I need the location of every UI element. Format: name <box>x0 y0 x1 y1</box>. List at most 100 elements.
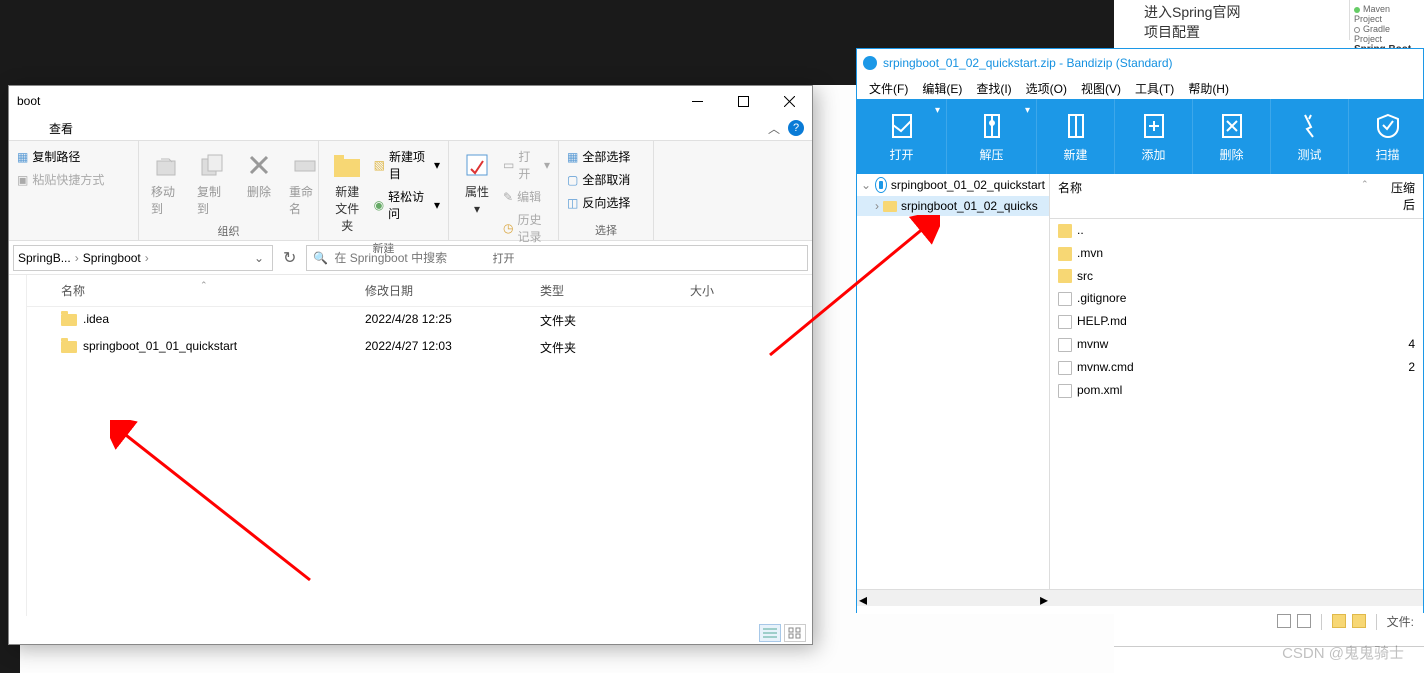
copy-icon <box>197 149 229 181</box>
scroll-right-icon[interactable]: ▸ <box>1040 590 1048 606</box>
list-item[interactable]: .gitignore <box>1050 287 1423 310</box>
edit-icon: ✎ <box>503 190 513 204</box>
bg-text-2: 项目配置 <box>1144 22 1240 42</box>
explorer-window: boot 查看 ︿ ? ▦复制路径 ▣粘贴快捷方式 移动到 复制到 删除 重命名… <box>8 85 813 645</box>
tree-child[interactable]: ›srpingboot_01_02_quicks <box>857 196 1049 216</box>
watermark: CSDN @鬼鬼骑士 <box>1282 642 1404 663</box>
scan-icon <box>1372 110 1404 142</box>
table-row[interactable]: .idea2022/4/28 12:25文件夹 <box>27 307 812 334</box>
easy-access-button[interactable]: ◉轻松访问 ▾ <box>374 185 440 225</box>
history-icon: ◷ <box>503 221 513 235</box>
expand-icon[interactable]: › <box>875 199 879 213</box>
table-row[interactable]: springboot_01_01_quickstart2022/4/27 12:… <box>27 334 812 361</box>
expand-icon[interactable]: ⌄ <box>861 178 871 192</box>
zip-icon <box>875 177 887 193</box>
icons-view-button[interactable] <box>784 624 806 642</box>
select-none-button[interactable]: ▢全部取消 <box>567 168 630 191</box>
file-icon <box>1058 384 1072 398</box>
group-select-label: 选择 <box>567 220 645 238</box>
tb-new-button[interactable]: 新建 <box>1037 99 1115 174</box>
chevron-down-icon[interactable]: ▾ <box>935 105 940 116</box>
explorer-view-toggle <box>759 624 806 642</box>
properties-button[interactable]: 属性 ▾ <box>457 145 497 220</box>
search-placeholder: 在 Springboot 中搜索 <box>334 249 447 266</box>
test-icon <box>1294 110 1326 142</box>
open-button[interactable]: ▭打开 ▾ <box>503 145 550 185</box>
ribbon-collapse-icon[interactable]: ︿ <box>760 116 788 141</box>
tab-view[interactable]: 查看 <box>37 116 85 141</box>
scroll-left-icon[interactable]: ◂ <box>859 590 867 606</box>
select-all-button[interactable]: ▦全部选择 <box>567 145 630 168</box>
bg-mini-toolbar: 文件: <box>1277 612 1414 630</box>
list-item[interactable]: pom.xml <box>1050 379 1423 402</box>
easy-access-icon: ◉ <box>374 198 384 212</box>
properties-icon <box>461 149 493 181</box>
list-item[interactable]: .mvn <box>1050 242 1423 265</box>
bandizip-tree[interactable]: ⌄srpingboot_01_02_quickstart ›srpingboot… <box>857 174 1050 589</box>
crumb-1[interactable]: SpringB... <box>18 251 71 265</box>
crumb-dropdown-icon[interactable]: ⌄ <box>250 251 268 265</box>
tb-open-button[interactable]: ▾打开 <box>857 99 947 174</box>
list-item[interactable]: mvnw4 <box>1050 333 1423 356</box>
list-item[interactable]: src <box>1050 265 1423 288</box>
menu-options[interactable]: 选项(O) <box>1020 78 1073 99</box>
list-item[interactable]: HELP.md <box>1050 310 1423 333</box>
menu-help[interactable]: 帮助(H) <box>1182 78 1235 99</box>
rename-icon <box>289 149 321 181</box>
breadcrumb[interactable]: SpringB...› Springboot› ⌄ <box>13 245 273 271</box>
file-icon <box>1058 338 1072 352</box>
bandizip-column-headers[interactable]: 名称 ⌃ 压缩后 <box>1050 174 1423 219</box>
copy-path-button[interactable]: ▦复制路径 <box>17 145 104 168</box>
tb-delete-button[interactable]: 删除 <box>1193 99 1271 174</box>
refresh-icon[interactable]: ↻ <box>279 248 300 268</box>
crumb-2[interactable]: Springboot <box>83 251 141 265</box>
edit-button: ✎编辑 <box>503 185 550 208</box>
invert-selection-button[interactable]: ◫反向选择 <box>567 191 630 214</box>
shortcut-icon: ▣ <box>17 173 28 187</box>
tb-extract-button[interactable]: ▾解压 <box>947 99 1037 174</box>
chevron-down-icon[interactable]: ▾ <box>1025 105 1030 116</box>
copy-to-button: 复制到 <box>193 145 233 221</box>
menu-view[interactable]: 视图(V) <box>1075 78 1127 99</box>
group-organize-label: 组织 <box>147 221 310 239</box>
bandizip-toolbar: ▾打开 ▾解压 新建 添加 删除 测试 扫描 <box>857 99 1423 174</box>
delete-button: 删除 <box>239 145 279 204</box>
bandizip-menubar: 文件(F) 编辑(E) 查找(I) 选项(O) 视图(V) 工具(T) 帮助(H… <box>857 77 1423 99</box>
maximize-button[interactable] <box>720 86 766 116</box>
list-item[interactable]: mvnw.cmd2 <box>1050 356 1423 379</box>
paste-shortcut-button: ▣粘贴快捷方式 <box>17 168 104 191</box>
column-headers[interactable]: 名称⌃ 修改日期 类型 大小 <box>27 275 812 307</box>
tree-root[interactable]: ⌄srpingboot_01_02_quickstart <box>857 174 1049 196</box>
help-icon[interactable]: ? <box>788 120 804 136</box>
file-icon <box>1058 292 1072 306</box>
list-item[interactable]: .. <box>1050 219 1423 242</box>
explorer-ribbon-tabs: 查看 ︿ ? <box>9 116 812 141</box>
explorer-titlebar[interactable]: boot <box>9 86 812 116</box>
explorer-nav-pane-sliver <box>9 275 27 616</box>
trash-icon <box>1216 110 1248 142</box>
open-archive-icon <box>886 110 918 142</box>
bandizip-hscrollbar[interactable]: ◂▸ <box>857 589 1423 606</box>
menu-find[interactable]: 查找(I) <box>970 78 1017 99</box>
extract-icon <box>976 110 1008 142</box>
menu-edit[interactable]: 编辑(E) <box>916 78 968 99</box>
bandizip-file-list[interactable]: 名称 ⌃ 压缩后 ...mvnsrc.gitignoreHELP.mdmvnw4… <box>1050 174 1423 589</box>
tb-test-button[interactable]: 测试 <box>1271 99 1349 174</box>
select-all-icon: ▦ <box>567 150 578 164</box>
new-item-button[interactable]: ▧新建项目 ▾ <box>374 145 440 185</box>
search-input[interactable]: 🔍 在 Springboot 中搜索 <box>306 245 808 271</box>
open-icon: ▭ <box>503 158 514 172</box>
menu-file[interactable]: 文件(F) <box>863 78 914 99</box>
bandizip-titlebar[interactable]: srpingboot_01_02_quickstart.zip - Bandiz… <box>857 49 1423 77</box>
tb-scan-button[interactable]: 扫描 <box>1349 99 1424 174</box>
explorer-file-list[interactable]: 名称⌃ 修改日期 类型 大小 .idea2022/4/28 12:25文件夹sp… <box>27 275 812 610</box>
minimize-button[interactable] <box>674 86 720 116</box>
details-view-button[interactable] <box>759 624 781 642</box>
invert-icon: ◫ <box>567 196 578 210</box>
tb-add-button[interactable]: 添加 <box>1115 99 1193 174</box>
menu-tools[interactable]: 工具(T) <box>1129 78 1180 99</box>
bandizip-window: srpingboot_01_02_quickstart.zip - Bandiz… <box>856 48 1424 613</box>
new-folder-button[interactable]: 新建 文件夹 <box>327 145 368 238</box>
explorer-address-bar: SpringB...› Springboot› ⌄ ↻ 🔍 在 Springbo… <box>9 241 812 275</box>
close-button[interactable] <box>766 86 812 116</box>
